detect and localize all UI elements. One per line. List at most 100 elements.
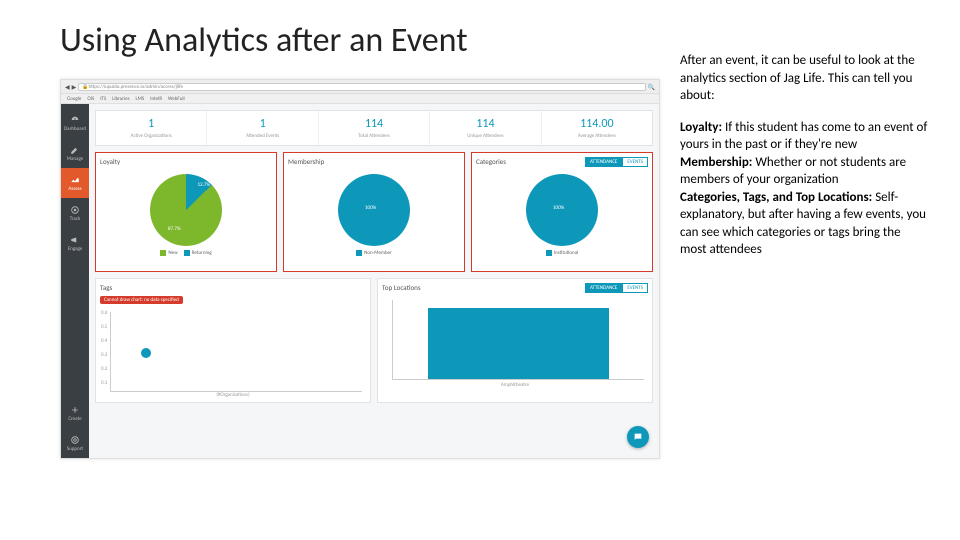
panel-membership: Membership 100% Non-Member — [283, 152, 465, 272]
chart-legend: Non-Member — [288, 250, 460, 256]
sidebar-item-dashboard[interactable]: Dashboard — [61, 108, 89, 138]
bookmark-item[interactable]: Libraries — [112, 96, 129, 102]
bookmark-bar: Google OIS ITS Libraries LMS IntelR WebF… — [61, 94, 659, 104]
y-tick: 0.3 — [101, 352, 107, 358]
sidebar-item-manage[interactable]: Manage — [61, 138, 89, 168]
bookmark-item[interactable]: IntelR — [150, 96, 162, 102]
panel-top-locations: Top Locations ATTENDANCE EVENTS Amphithe… — [377, 278, 653, 403]
bookmark-item[interactable]: OIS — [87, 96, 94, 102]
slide-title: Using Analytics after an Event — [60, 20, 670, 61]
chat-icon — [633, 432, 643, 442]
x-axis-label: (#Organizations) — [100, 392, 366, 398]
pie-center-label: 100% — [365, 205, 376, 211]
stat-label: Average Attendees — [544, 133, 650, 139]
panel-title: Membership — [288, 157, 460, 166]
attendance-events-toggle[interactable]: ATTENDANCE EVENTS — [585, 157, 648, 167]
chart-icon — [70, 175, 80, 185]
membership-pie-chart: 100% — [338, 174, 410, 246]
sidebar-label: Assess — [68, 186, 81, 192]
pencil-icon — [70, 145, 80, 155]
panel-title: Tags — [100, 283, 366, 292]
stat-card: 114 Total Attendees — [319, 111, 430, 145]
legend-swatch — [546, 250, 552, 256]
stat-card: 1 Active Organizations — [96, 111, 207, 145]
sidebar-label: Create — [68, 416, 81, 422]
sidebar-item-assess[interactable]: Assess — [61, 168, 89, 198]
nav-back-icon[interactable]: ◀ — [65, 83, 70, 91]
term: Loyalty: — [680, 120, 722, 135]
browser-chrome: ◀ ▶ 🔒 https://iupuido.presence.io/admin/… — [61, 80, 659, 94]
bookmark-item[interactable]: Google — [67, 96, 81, 102]
legend-swatch — [356, 250, 362, 256]
y-tick: 0.5 — [101, 324, 107, 330]
sidebar-item-track[interactable]: Track — [61, 198, 89, 228]
bookmark-item[interactable]: WebFull — [168, 96, 185, 102]
chart-error-banner: Cannot draw chart: no data specified — [100, 296, 183, 304]
legend-label: Non-Member — [364, 250, 392, 256]
pie-slice-label: 12.7% — [198, 182, 210, 188]
sidebar-label: Support — [67, 446, 83, 452]
panel-tags: Tags Cannot draw chart: no data specifie… — [95, 278, 371, 403]
y-tick: 0.6 — [101, 310, 107, 316]
url-text: https://iupuido.presence.io/admin/access… — [88, 84, 183, 90]
chart-legend: New Returning — [100, 250, 272, 256]
stat-card: 114.00 Average Attendees — [542, 111, 652, 145]
toggle-events[interactable]: EVENTS — [622, 283, 648, 293]
pie-slice-label: 87.7% — [168, 226, 180, 232]
lifebuoy-icon — [70, 435, 80, 445]
stat-value: 1 — [98, 117, 204, 131]
bookmark-item[interactable]: LMS — [136, 96, 145, 102]
x-axis-label: Amphitheatre — [382, 382, 648, 388]
stat-value: 114.00 — [544, 117, 650, 131]
term: Membership: — [680, 155, 752, 170]
legend-label: Institutional — [554, 250, 578, 256]
sidebar-label: Dashboard — [64, 126, 86, 132]
toggle-attendance[interactable]: ATTENDANCE — [585, 157, 622, 167]
attendance-events-toggle[interactable]: ATTENDANCE EVENTS — [585, 283, 648, 293]
sidebar-label: Track — [70, 216, 81, 222]
stats-row: 1 Active Organizations 1 Attended Events… — [95, 110, 653, 146]
legend-label: New — [168, 250, 177, 256]
stat-card: 114 Unique Attendees — [430, 111, 541, 145]
toggle-attendance[interactable]: ATTENDANCE — [585, 283, 622, 293]
plus-icon — [70, 405, 80, 415]
bar — [428, 308, 609, 379]
target-icon — [70, 205, 80, 215]
panel-categories: Categories ATTENDANCE EVENTS 100% Instit… — [471, 152, 653, 272]
tags-scatter-chart: 0.6 0.5 0.4 0.3 0.2 0.1 — [110, 312, 362, 392]
gauge-icon — [70, 115, 80, 125]
nav-fwd-icon[interactable]: ▶ — [72, 83, 77, 91]
slide-text-column: After an event, it can be useful to look… — [670, 0, 960, 540]
sidebar-item-create[interactable]: Create — [61, 398, 89, 428]
legend-label: Returning — [192, 250, 212, 256]
bullet-loyalty: Loyalty: If this student has come to an … — [680, 119, 930, 259]
toggle-events[interactable]: EVENTS — [622, 157, 648, 167]
stat-label: Total Attendees — [321, 133, 427, 139]
panel-title: Loyalty — [100, 157, 272, 166]
stat-value: 114 — [321, 117, 427, 131]
analytics-screenshot: ◀ ▶ 🔒 https://iupuido.presence.io/admin/… — [60, 79, 660, 459]
bookmark-item[interactable]: ITS — [100, 96, 106, 102]
chat-fab[interactable] — [627, 426, 649, 448]
url-bar[interactable]: 🔒 https://iupuido.presence.io/admin/acce… — [78, 83, 645, 91]
sidebar-label: Manage — [67, 156, 84, 162]
megaphone-icon — [70, 235, 80, 245]
legend-swatch — [160, 250, 166, 256]
y-tick: 0.1 — [101, 380, 107, 386]
y-tick: 0.2 — [101, 366, 107, 372]
stat-value: 114 — [432, 117, 538, 131]
y-tick: 0.4 — [101, 338, 107, 344]
sidebar-label: Engage — [68, 246, 83, 252]
sidebar-item-engage[interactable]: Engage — [61, 228, 89, 258]
stat-label: Active Organizations — [98, 133, 204, 139]
panel-loyalty: Loyalty 12.7% 87.7% New Returning — [95, 152, 277, 272]
legend-swatch — [184, 250, 190, 256]
categories-pie-chart: 100% — [526, 174, 598, 246]
stat-value: 1 — [209, 117, 315, 131]
stat-label: Attended Events — [209, 133, 315, 139]
sidebar-item-support[interactable]: Support — [61, 428, 89, 458]
app-main: 1 Active Organizations 1 Attended Events… — [89, 104, 659, 458]
search-icon[interactable]: 🔍 — [648, 83, 655, 91]
loyalty-pie-chart: 12.7% 87.7% — [150, 174, 222, 246]
scatter-point — [141, 348, 151, 358]
